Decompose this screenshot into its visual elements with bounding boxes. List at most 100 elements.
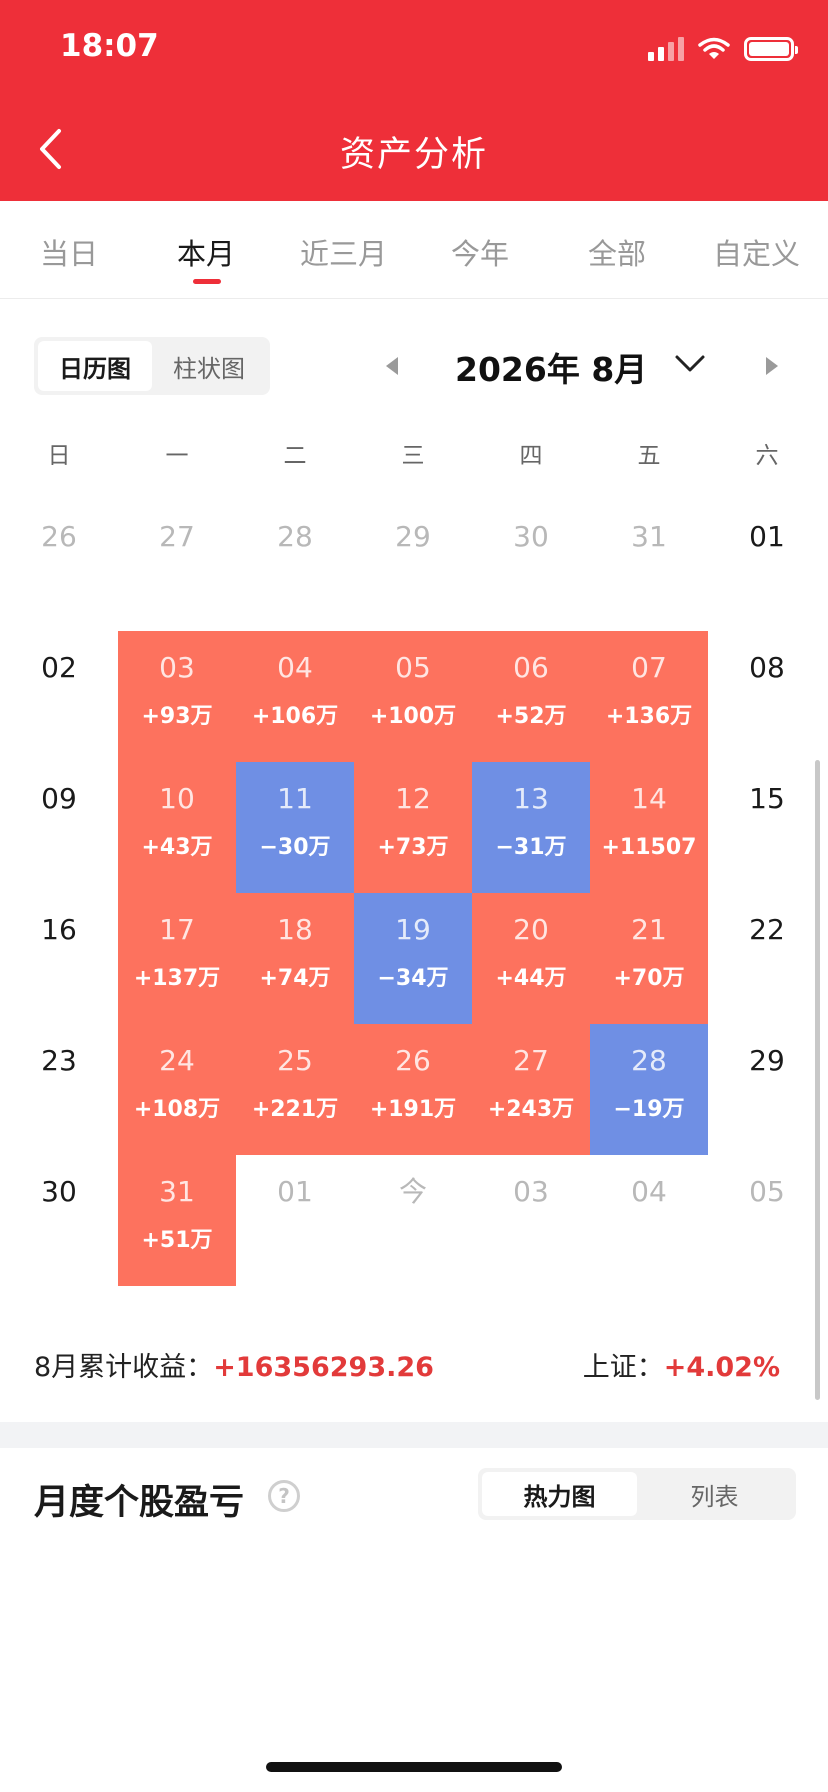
calendar-day-cell[interactable]: 14 +11507 [590,762,708,893]
calendar-day-cell[interactable]: 05 [708,1155,826,1286]
calendar-day-cell[interactable]: 24 +108万 [118,1024,236,1155]
day-number: 26 [395,1044,431,1077]
tab-this-month[interactable]: 本月 [177,231,235,273]
day-profit: +136万 [605,704,693,729]
scrollbar[interactable] [815,760,820,1400]
day-number: 27 [159,520,195,553]
calendar-day-cell[interactable]: 31 [590,500,708,631]
calendar-day-cell[interactable]: 03 [472,1155,590,1286]
day-profit: −19万 [613,1097,685,1122]
day-number: 27 [513,1044,549,1077]
calendar-day-cell[interactable]: 16 [0,893,118,1024]
calendar-day-cell[interactable]: 03 +93万 [118,631,236,762]
day-number: 04 [631,1175,667,1208]
day-number: 30 [41,1175,77,1208]
calendar-day-cell[interactable]: 28 [236,500,354,631]
day-profit: +108万 [133,1097,221,1122]
weekday-label: 二 [283,443,307,469]
calendar-day-cell[interactable]: 26 [0,500,118,631]
calendar-day-cell[interactable]: 29 [708,1024,826,1155]
day-number: 15 [749,782,785,815]
period-tabs: 当日 本月 近三月 今年 全部 自定义 [0,201,828,299]
heatmap-view-button[interactable]: 热力图 [482,1472,637,1516]
calendar-day-cell[interactable]: 07 +136万 [590,631,708,762]
calendar-day-cell[interactable]: 20 +44万 [472,893,590,1024]
day-profit: +191万 [369,1097,457,1122]
calendar-day-cell[interactable]: 11 −30万 [236,762,354,893]
day-number: 19 [395,913,431,946]
page-title: 资产分析 [339,135,488,175]
day-number: 04 [277,651,313,684]
day-number: 30 [513,520,549,553]
stock-view-toggle: 热力图 列表 [478,1468,796,1520]
day-profit: +243万 [487,1097,575,1122]
view-toggle: 日历图 柱状图 [34,337,270,395]
day-profit: +44万 [495,966,567,991]
tab-today[interactable]: 当日 [40,231,98,273]
calendar-day-cell[interactable]: 30 [472,500,590,631]
cellular-signal-icon [648,37,684,61]
calendar-day-cell[interactable]: 04 [590,1155,708,1286]
day-profit: +93万 [141,704,213,729]
day-profit: +70万 [613,966,685,991]
day-number: 01 [277,1175,313,1208]
calendar-day-cell[interactable]: 25 +221万 [236,1024,354,1155]
calendar-day-cell[interactable]: 28 −19万 [590,1024,708,1155]
calendar-day-cell[interactable]: 30 [0,1155,118,1286]
question-circle-icon[interactable]: ? [268,1480,300,1512]
tab-custom[interactable]: 自定义 [713,231,800,273]
weekday-label: 日 [47,443,71,469]
calendar-day-cell[interactable]: 10 +43万 [118,762,236,893]
calendar-day-cell[interactable]: 31 +51万 [118,1155,236,1286]
calendar-day-cell[interactable]: 02 [0,631,118,762]
calendar-day-cell[interactable]: 29 [354,500,472,631]
calendar-day-cell[interactable]: 27 [118,500,236,631]
bar-view-button[interactable]: 柱状图 [152,341,266,391]
calendar-day-cell[interactable]: 01 [708,500,826,631]
calendar-day-cell[interactable]: 26 +191万 [354,1024,472,1155]
calendar-day-cell[interactable]: 05 +100万 [354,631,472,762]
next-month-button[interactable] [760,352,784,380]
day-profit: +74万 [259,966,331,991]
day-number: 01 [749,520,785,553]
index-value: +4.02% [663,1352,780,1383]
day-number: 07 [631,651,667,684]
calendar-day-cell[interactable]: 今 [354,1155,472,1286]
day-number: 14 [631,782,667,815]
calendar-day-cell[interactable]: 01 [236,1155,354,1286]
weekday-label: 六 [755,443,779,469]
list-view-button[interactable]: 列表 [637,1472,792,1516]
day-number: 13 [513,782,549,815]
tab-three-months[interactable]: 近三月 [300,231,387,273]
day-number: 18 [277,913,313,946]
calendar-day-cell[interactable]: 22 [708,893,826,1024]
calendar-day-cell[interactable]: 17 +137万 [118,893,236,1024]
day-number: 21 [631,913,667,946]
day-number: 11 [277,782,313,815]
month-dropdown-button[interactable] [670,348,710,380]
calendar-day-cell[interactable]: 18 +74万 [236,893,354,1024]
calendar-day-cell[interactable]: 12 +73万 [354,762,472,893]
calendar-day-cell[interactable]: 27 +243万 [472,1024,590,1155]
calendar-day-cell[interactable]: 15 [708,762,826,893]
prev-month-button[interactable] [380,352,404,380]
day-number: 09 [41,782,77,815]
tab-this-year[interactable]: 今年 [451,231,509,273]
calendar-day-cell[interactable]: 19 −34万 [354,893,472,1024]
monthly-profit-summary: 8月累计收益：+16356293.26 [34,1345,434,1384]
calendar-day-cell[interactable]: 04 +106万 [236,631,354,762]
calendar-view-button[interactable]: 日历图 [38,341,152,391]
month-label[interactable]: 2026年 8月 [455,343,647,391]
tab-all[interactable]: 全部 [588,231,646,273]
triangle-left-icon [386,357,398,375]
status-icons [648,35,798,63]
calendar-day-cell[interactable]: 09 [0,762,118,893]
calendar-day-cell[interactable]: 23 [0,1024,118,1155]
day-number: 08 [749,651,785,684]
calendar-day-cell[interactable]: 21 +70万 [590,893,708,1024]
calendar-day-cell[interactable]: 08 [708,631,826,762]
weekday-label: 一 [165,443,189,469]
chevron-down-icon [675,355,705,372]
calendar-day-cell[interactable]: 13 −31万 [472,762,590,893]
calendar-day-cell[interactable]: 06 +52万 [472,631,590,762]
